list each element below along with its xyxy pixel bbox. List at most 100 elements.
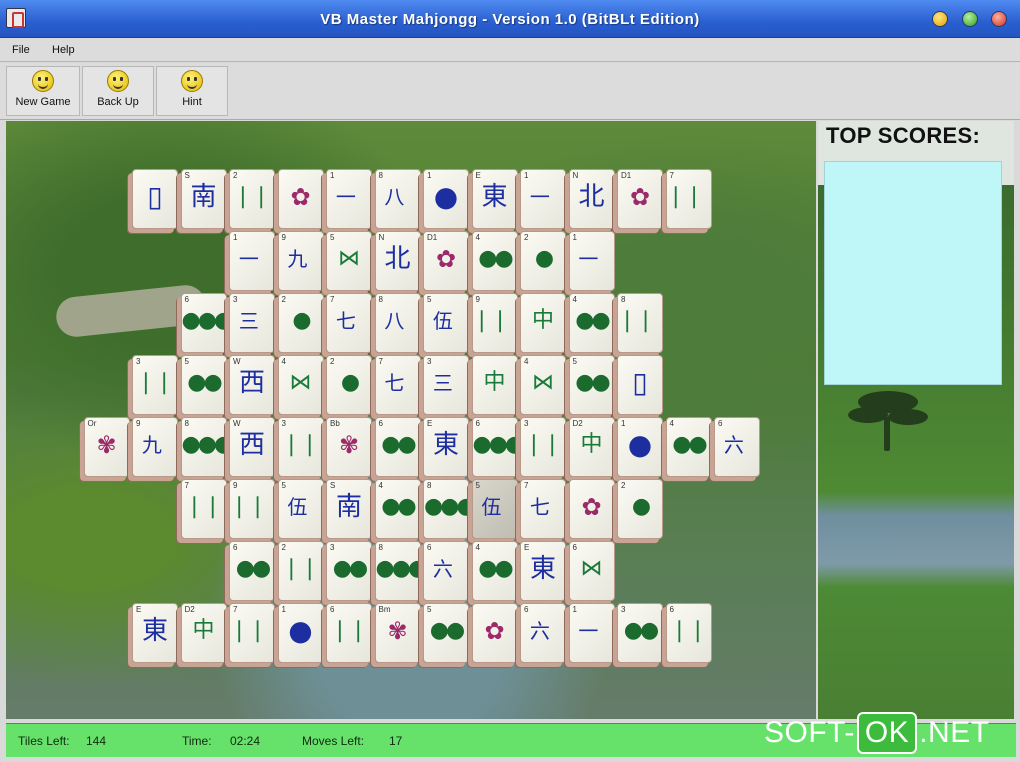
mahjong-tile[interactable]: 6六 [520,603,566,663]
mahjong-tile[interactable]: 5伍 [423,293,469,353]
mahjong-tile[interactable]: 3 ❘❘ [277,417,324,477]
minimize-button[interactable] [932,11,948,27]
menu-file[interactable]: File [12,44,30,56]
mahjong-tile[interactable]: 3三 [423,355,469,415]
mahjong-tile[interactable]: 4 ●● [374,479,421,539]
mahjong-tile[interactable]: 4 ⋈ [277,355,324,415]
mahjong-tile[interactable]: N北 [568,169,615,229]
mahjong-tile[interactable]: 6 ●● [374,417,421,477]
mahjong-tile[interactable]: 5伍 [277,479,324,539]
mahjong-tile[interactable]: 7 ❘❘❘ [229,603,275,663]
tile-dot-icon: ●● [575,308,610,333]
mahjong-tile[interactable]: 8八 [374,293,421,353]
mahjong-tile[interactable]: 5 ●● [568,355,615,415]
mahjong-tile[interactable]: 1一 [326,169,372,229]
mahjong-tile[interactable]: Or ✾ [83,417,130,477]
mahjong-tile[interactable]: 7 ❘❘ [180,479,227,539]
mahjong-tile[interactable]: 1一 [229,231,275,291]
mahjong-tile[interactable]: 4 ●● [471,541,518,601]
mahjong-tile[interactable]: ✿ [471,603,518,663]
mahjong-tile[interactable]: 6 ●●● [471,417,518,477]
mahjong-tile[interactable]: 2 ● [277,293,324,353]
mahjong-tile[interactable]: 7 ❘❘❘ [665,169,712,229]
mahjong-tile[interactable]: E東 [132,603,178,663]
mahjong-tile[interactable]: 7七 [326,293,372,353]
mahjong-tile[interactable]: 1一 [568,231,615,291]
mahjong-tile[interactable]: D1 ✿ [423,231,469,291]
back-up-button[interactable]: Back Up [82,66,154,116]
mahjong-tile[interactable]: W西 [229,355,275,415]
menu-help[interactable]: Help [52,44,75,56]
mahjong-tile[interactable]: 9九 [132,417,178,477]
mahjong-tile[interactable]: 5 ●● [423,603,469,663]
hint-button[interactable]: Hint [156,66,228,116]
mahjong-tile[interactable]: 6六 [714,417,760,477]
mahjong-tile[interactable]: W西 [229,417,275,477]
close-button[interactable] [991,11,1007,27]
mahjong-tile[interactable]: 4 ⋈ [520,355,566,415]
mahjong-tile[interactable]: 3 ❘❘ [132,355,178,415]
mahjong-tile[interactable]: 8八 [374,169,421,229]
mahjong-tile[interactable]: 8 ●●● [180,417,227,477]
tile-index-label: 9 [475,295,480,304]
mahjong-tile[interactable]: S南 [180,169,227,229]
mahjong-tile[interactable]: 1 ● [423,169,469,229]
mahjong-tile[interactable]: 9九 [277,231,324,291]
mahjong-tile[interactable]: 6 ❘❘ [326,603,372,663]
mahjong-tile[interactable]: 3 ●● [326,541,372,601]
mahjong-tile[interactable]: 4 ●● [568,293,615,353]
mahjong-tile[interactable]: 1 ● [617,417,663,477]
mahjong-tile[interactable]: 6 ❘❘ [665,603,712,663]
mahjong-tile[interactable]: E東 [520,541,566,601]
mahjong-tile[interactable]: D1 ✿ [617,169,663,229]
title-bar[interactable]: VB Master Mahjongg - Version 1.0 (BitBLt… [0,0,1020,38]
maximize-button[interactable] [962,11,978,27]
mahjong-tile[interactable]: 7七 [374,355,421,415]
mahjong-tile[interactable]: 3三 [229,293,275,353]
mahjong-tile[interactable]: N北 [374,231,421,291]
new-game-button[interactable]: New Game [6,66,80,116]
mahjong-tile[interactable]: 1 ● [277,603,324,663]
mahjong-tile[interactable]: 9 ❘❘❘ [229,479,275,539]
mahjong-tile[interactable]: 7七 [520,479,566,539]
mahjong-tile[interactable]: 5伍 [471,479,518,539]
mahjong-tile[interactable]: 3 ❘❘ [520,417,566,477]
mahjong-tile[interactable]: 9 ❘❘❘ [471,293,518,353]
mahjong-tile[interactable]: 1一 [568,603,615,663]
mahjong-tile[interactable]: 5 ●● [180,355,227,415]
mahjong-tile[interactable]: 3 ●● [617,603,663,663]
tile-flower-icon: ✾ [338,431,360,459]
mahjong-tile[interactable]: E東 [471,169,518,229]
mahjong-tile[interactable]: 2 ● [617,479,663,539]
mahjong-tile[interactable]: Bb ✾ [326,417,372,477]
mahjong-tile[interactable]: 中 [471,355,518,415]
mahjong-tile[interactable]: 中 [520,293,566,353]
mahjong-tile[interactable]: 6六 [423,541,469,601]
mahjong-tile[interactable]: ▯ [132,169,178,229]
mahjong-tile[interactable]: 2 ❘❘ [229,169,275,229]
mahjong-tile[interactable]: 6 ●● [229,541,275,601]
mahjong-tile[interactable]: ▯ [617,355,663,415]
mahjong-tile[interactable]: 1一 [520,169,566,229]
mahjong-tile[interactable]: 6 ⋈ [568,541,615,601]
mahjong-tile[interactable]: 8 ❘❘❘ [617,293,663,353]
mahjong-tile[interactable]: 5 ⋈ [326,231,372,291]
back-up-label: Back Up [97,96,139,108]
mahjong-tile[interactable]: 8 ●●● [423,479,469,539]
mahjong-tile[interactable]: Bm ✾ [374,603,421,663]
mahjong-tile[interactable]: D2 中 [568,417,615,477]
mahjong-tile[interactable]: 2 ❘❘ [277,541,324,601]
mahjong-tile[interactable]: S南 [326,479,372,539]
mahjong-tile[interactable]: 4 ●● [471,231,518,291]
mahjong-tile[interactable]: 4 ●● [665,417,712,477]
mahjong-tile[interactable]: ✿ [568,479,615,539]
mahjong-tile[interactable]: E東 [423,417,469,477]
mahjong-tile[interactable]: 8 ●●● [374,541,421,601]
smiley-icon [107,70,129,92]
mahjong-tile[interactable]: D2 中 [180,603,227,663]
mahjong-tile[interactable]: ✿ [277,169,324,229]
mahjong-tile[interactable]: 6 ●●● [180,293,227,353]
mahjong-tile[interactable]: 2 ● [326,355,372,415]
tile-char-icon: 一 [529,185,550,209]
mahjong-tile[interactable]: 2 ● [520,231,566,291]
